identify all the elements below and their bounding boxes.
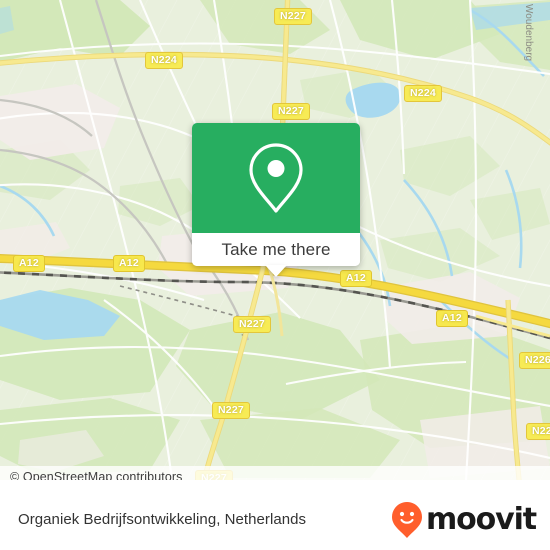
map-canvas[interactable]: Maarn Woudenberg N227 N224 N224 N227 A12…: [0, 0, 550, 480]
location-pin-icon: [249, 143, 303, 213]
place-label-woudenberg: Woudenberg: [523, 4, 534, 62]
shield-a12-left: A12: [13, 255, 45, 272]
map-attribution-bar: © OpenStreetMap contributors: [0, 466, 550, 480]
page-title: Organiek Bedrijfsontwikkeling, Netherlan…: [18, 511, 307, 528]
moovit-wordmark: moovit: [425, 501, 537, 537]
take-me-there-label: Take me there: [221, 239, 331, 259]
callout-pointer: [265, 265, 287, 277]
take-me-there-callout[interactable]: Take me there: [192, 123, 360, 277]
moovit-map-page: Maarn Woudenberg N227 N224 N224 N227 A12…: [0, 0, 550, 550]
shield-n227-top: N227: [274, 8, 312, 25]
attribution-text[interactable]: © OpenStreetMap contributors: [10, 470, 183, 480]
shield-n224-left: N224: [145, 52, 183, 69]
callout-action-bar[interactable]: Take me there: [192, 233, 360, 277]
shield-a12-center: A12: [340, 270, 372, 287]
shield-n224-right: N224: [404, 85, 442, 102]
shield-n22-corner: N22: [526, 423, 550, 440]
shield-n226-right: N226: [519, 352, 550, 369]
moovit-logo[interactable]: moovit: [391, 501, 537, 539]
shield-n227-middle: N227: [233, 316, 271, 333]
callout-pin-area: [192, 123, 360, 233]
moovit-smiley-pin-icon: [391, 501, 422, 538]
shield-n227-bottom: N227: [212, 402, 250, 419]
shield-a12-mid: A12: [113, 255, 145, 272]
page-footer: Organiek Bedrijfsontwikkeling, Netherlan…: [0, 488, 550, 550]
shield-a12-right: A12: [436, 310, 468, 327]
shield-n227-upper: N227: [272, 103, 310, 120]
